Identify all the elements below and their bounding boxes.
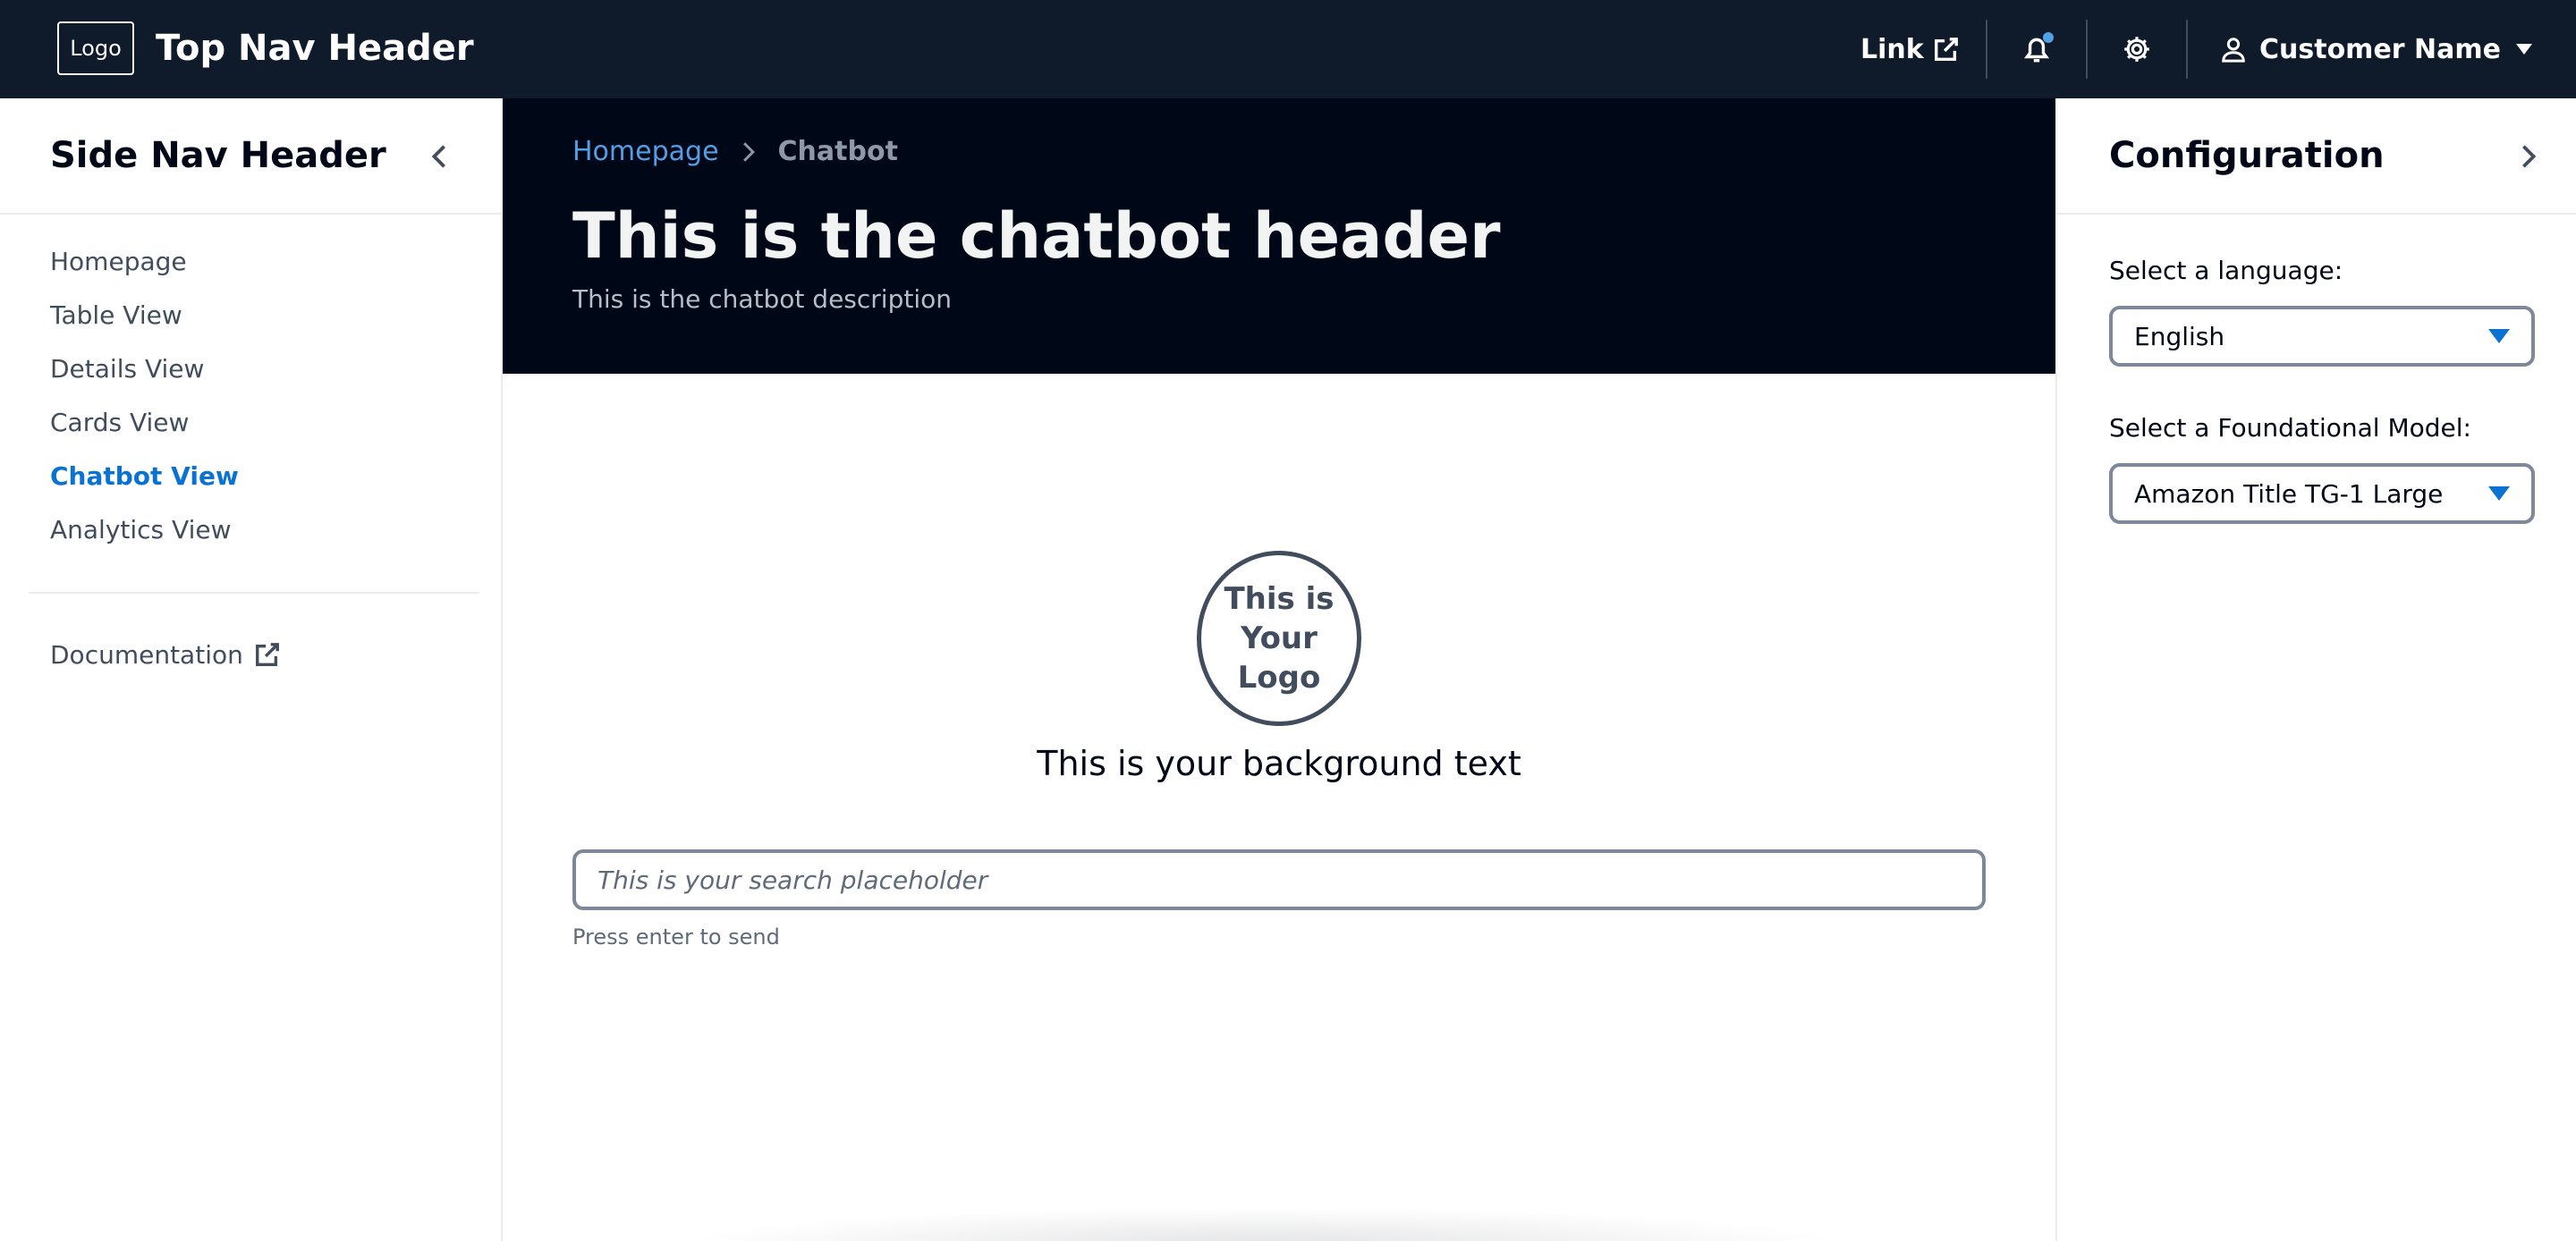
page-description: This is the chatbot description [572,284,952,314]
chevron-left-icon [431,145,445,168]
model-select[interactable]: Amazon Title TG-1 Large [2109,463,2535,524]
side-navigation: Side Nav Header Homepage Table View Deta… [0,98,503,1241]
configuration-title: Configuration [2109,135,2385,176]
side-nav-header: Side Nav Header [0,98,501,215]
external-link-icon [1934,38,1958,61]
top-nav-link[interactable]: Link [1860,27,1960,72]
logo[interactable]: Logo [57,21,134,75]
configuration-panel: Configuration Select a language: English… [2055,98,2576,1241]
language-label: Select a language: [2109,256,2343,285]
sidebar-item-homepage[interactable]: Homepage [0,234,501,288]
caret-down-icon [2488,486,2510,501]
sidebar-item-details-view[interactable]: Details View [0,342,501,395]
chatbot-background-text: This is your background text [1037,744,1521,783]
chevron-right-icon [742,141,755,162]
documentation-label: Documentation [50,639,243,670]
top-navigation: Logo Top Nav Header Link Customer Name [0,0,2576,98]
search-hint: Press enter to send [572,924,780,950]
language-select-value: English [2134,321,2225,351]
sidebar-item-documentation[interactable]: Documentation [0,628,501,681]
page-title: This is the chatbot header [572,199,1501,273]
notifications-button[interactable] [2014,27,2059,72]
user-name: Customer Name [2259,33,2501,65]
divider [2086,20,2088,79]
configuration-header: Configuration [2057,98,2576,215]
chatbot-logo: This is Your Logo [1197,551,1361,726]
chevron-right-icon [2522,145,2537,168]
top-nav-link-label: Link [1860,33,1924,65]
breadcrumb-current: Chatbot [777,136,898,167]
sidebar-item-chatbot-view[interactable]: Chatbot View [0,449,501,502]
user-menu-button[interactable]: Customer Name [2220,27,2535,72]
divider [2186,20,2188,79]
side-nav-divider [29,592,479,594]
top-nav-title[interactable]: Top Nav Header [156,23,474,73]
chat-search-input[interactable] [572,849,1986,910]
sidebar-item-cards-view[interactable]: Cards View [0,395,501,449]
sidebar-item-analytics-view[interactable]: Analytics View [0,502,501,556]
settings-button[interactable] [2114,27,2159,72]
breadcrumb-homepage[interactable]: Homepage [572,136,719,167]
notification-dot [2043,32,2054,43]
external-link-icon [255,643,279,666]
gear-icon [2124,37,2149,62]
divider [1986,20,1987,79]
model-select-value: Amazon Title TG-1 Large [2134,478,2444,509]
shadow-decoration [682,1207,1844,1241]
language-select[interactable]: English [2109,306,2535,367]
close-configuration-button[interactable] [2506,134,2551,179]
side-nav-list: Homepage Table View Details View Cards V… [0,215,501,556]
main-content: Homepage Chatbot This is the chatbot hea… [503,98,2055,1241]
sidebar-item-table-view[interactable]: Table View [0,288,501,342]
page-header: Homepage Chatbot This is the chatbot hea… [503,98,2055,374]
model-label: Select a Foundational Model: [2109,413,2471,443]
breadcrumb: Homepage Chatbot [572,136,898,167]
caret-down-icon [2516,44,2532,55]
caret-down-icon [2488,329,2510,343]
user-icon [2222,38,2245,63]
collapse-side-nav-button[interactable] [417,134,462,179]
side-nav-title[interactable]: Side Nav Header [50,135,386,176]
